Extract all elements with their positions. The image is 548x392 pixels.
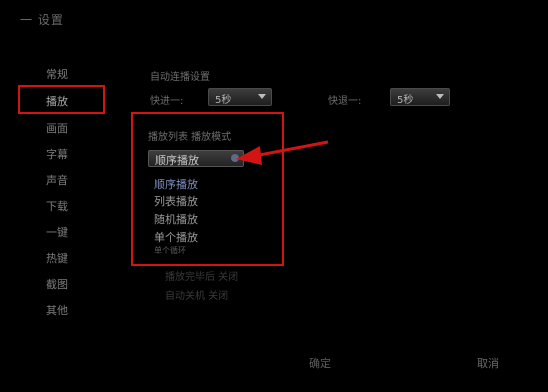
play-mode-option-single-loop[interactable]: 单个循环 xyxy=(154,245,186,256)
sidebar-item-subtitle[interactable]: 字幕 xyxy=(46,146,68,162)
faint-setting-line: 播放完毕后 关闭 xyxy=(165,272,239,283)
rewind-value: 5秒 xyxy=(397,95,414,106)
play-mode-selected: 顺序播放 xyxy=(155,154,199,167)
play-mode-option-random[interactable]: 随机播放 xyxy=(154,211,198,227)
sidebar-item-other[interactable]: 其他 xyxy=(46,302,68,318)
fast-forward-dropdown[interactable]: 5秒 xyxy=(208,88,272,106)
chevron-down-icon xyxy=(258,94,266,99)
cancel-button[interactable]: 取消 xyxy=(477,355,499,371)
sidebar-item-onekey[interactable]: 一键 xyxy=(46,224,68,240)
play-mode-option-list[interactable]: 列表播放 xyxy=(154,193,198,209)
chevron-down-icon xyxy=(436,94,444,99)
sidebar-item-screenshot[interactable]: 截图 xyxy=(46,276,68,292)
red-arrow-annotation xyxy=(236,140,329,165)
sidebar-item-download[interactable]: 下载 xyxy=(46,198,68,214)
window-title: 一 设置 xyxy=(20,13,64,27)
fast-forward-label: 快进一: xyxy=(150,96,184,107)
confirm-button[interactable]: 确定 xyxy=(309,355,331,371)
faint-setting-line: 自动关机 关闭 xyxy=(165,291,229,302)
sidebar-item-playback[interactable]: 播放 xyxy=(46,93,68,109)
play-mode-label: 播放列表 播放模式 xyxy=(148,132,232,143)
sidebar-item-sound[interactable]: 声音 xyxy=(46,172,68,188)
sidebar-item-hotkey[interactable]: 热键 xyxy=(46,250,68,266)
section-label: 自动连播设置 xyxy=(150,72,210,83)
fast-forward-value: 5秒 xyxy=(215,95,232,106)
play-mode-dropdown[interactable]: 顺序播放 xyxy=(148,150,244,167)
play-mode-option-single[interactable]: 单个播放 xyxy=(154,229,198,245)
rewind-dropdown[interactable]: 5秒 xyxy=(390,88,450,106)
play-mode-option-sequential[interactable]: 顺序播放 xyxy=(154,176,198,192)
sidebar-item-picture[interactable]: 画面 xyxy=(46,120,68,136)
sidebar-item-general[interactable]: 常规 xyxy=(46,66,68,82)
rewind-label: 快退一: xyxy=(328,96,362,107)
